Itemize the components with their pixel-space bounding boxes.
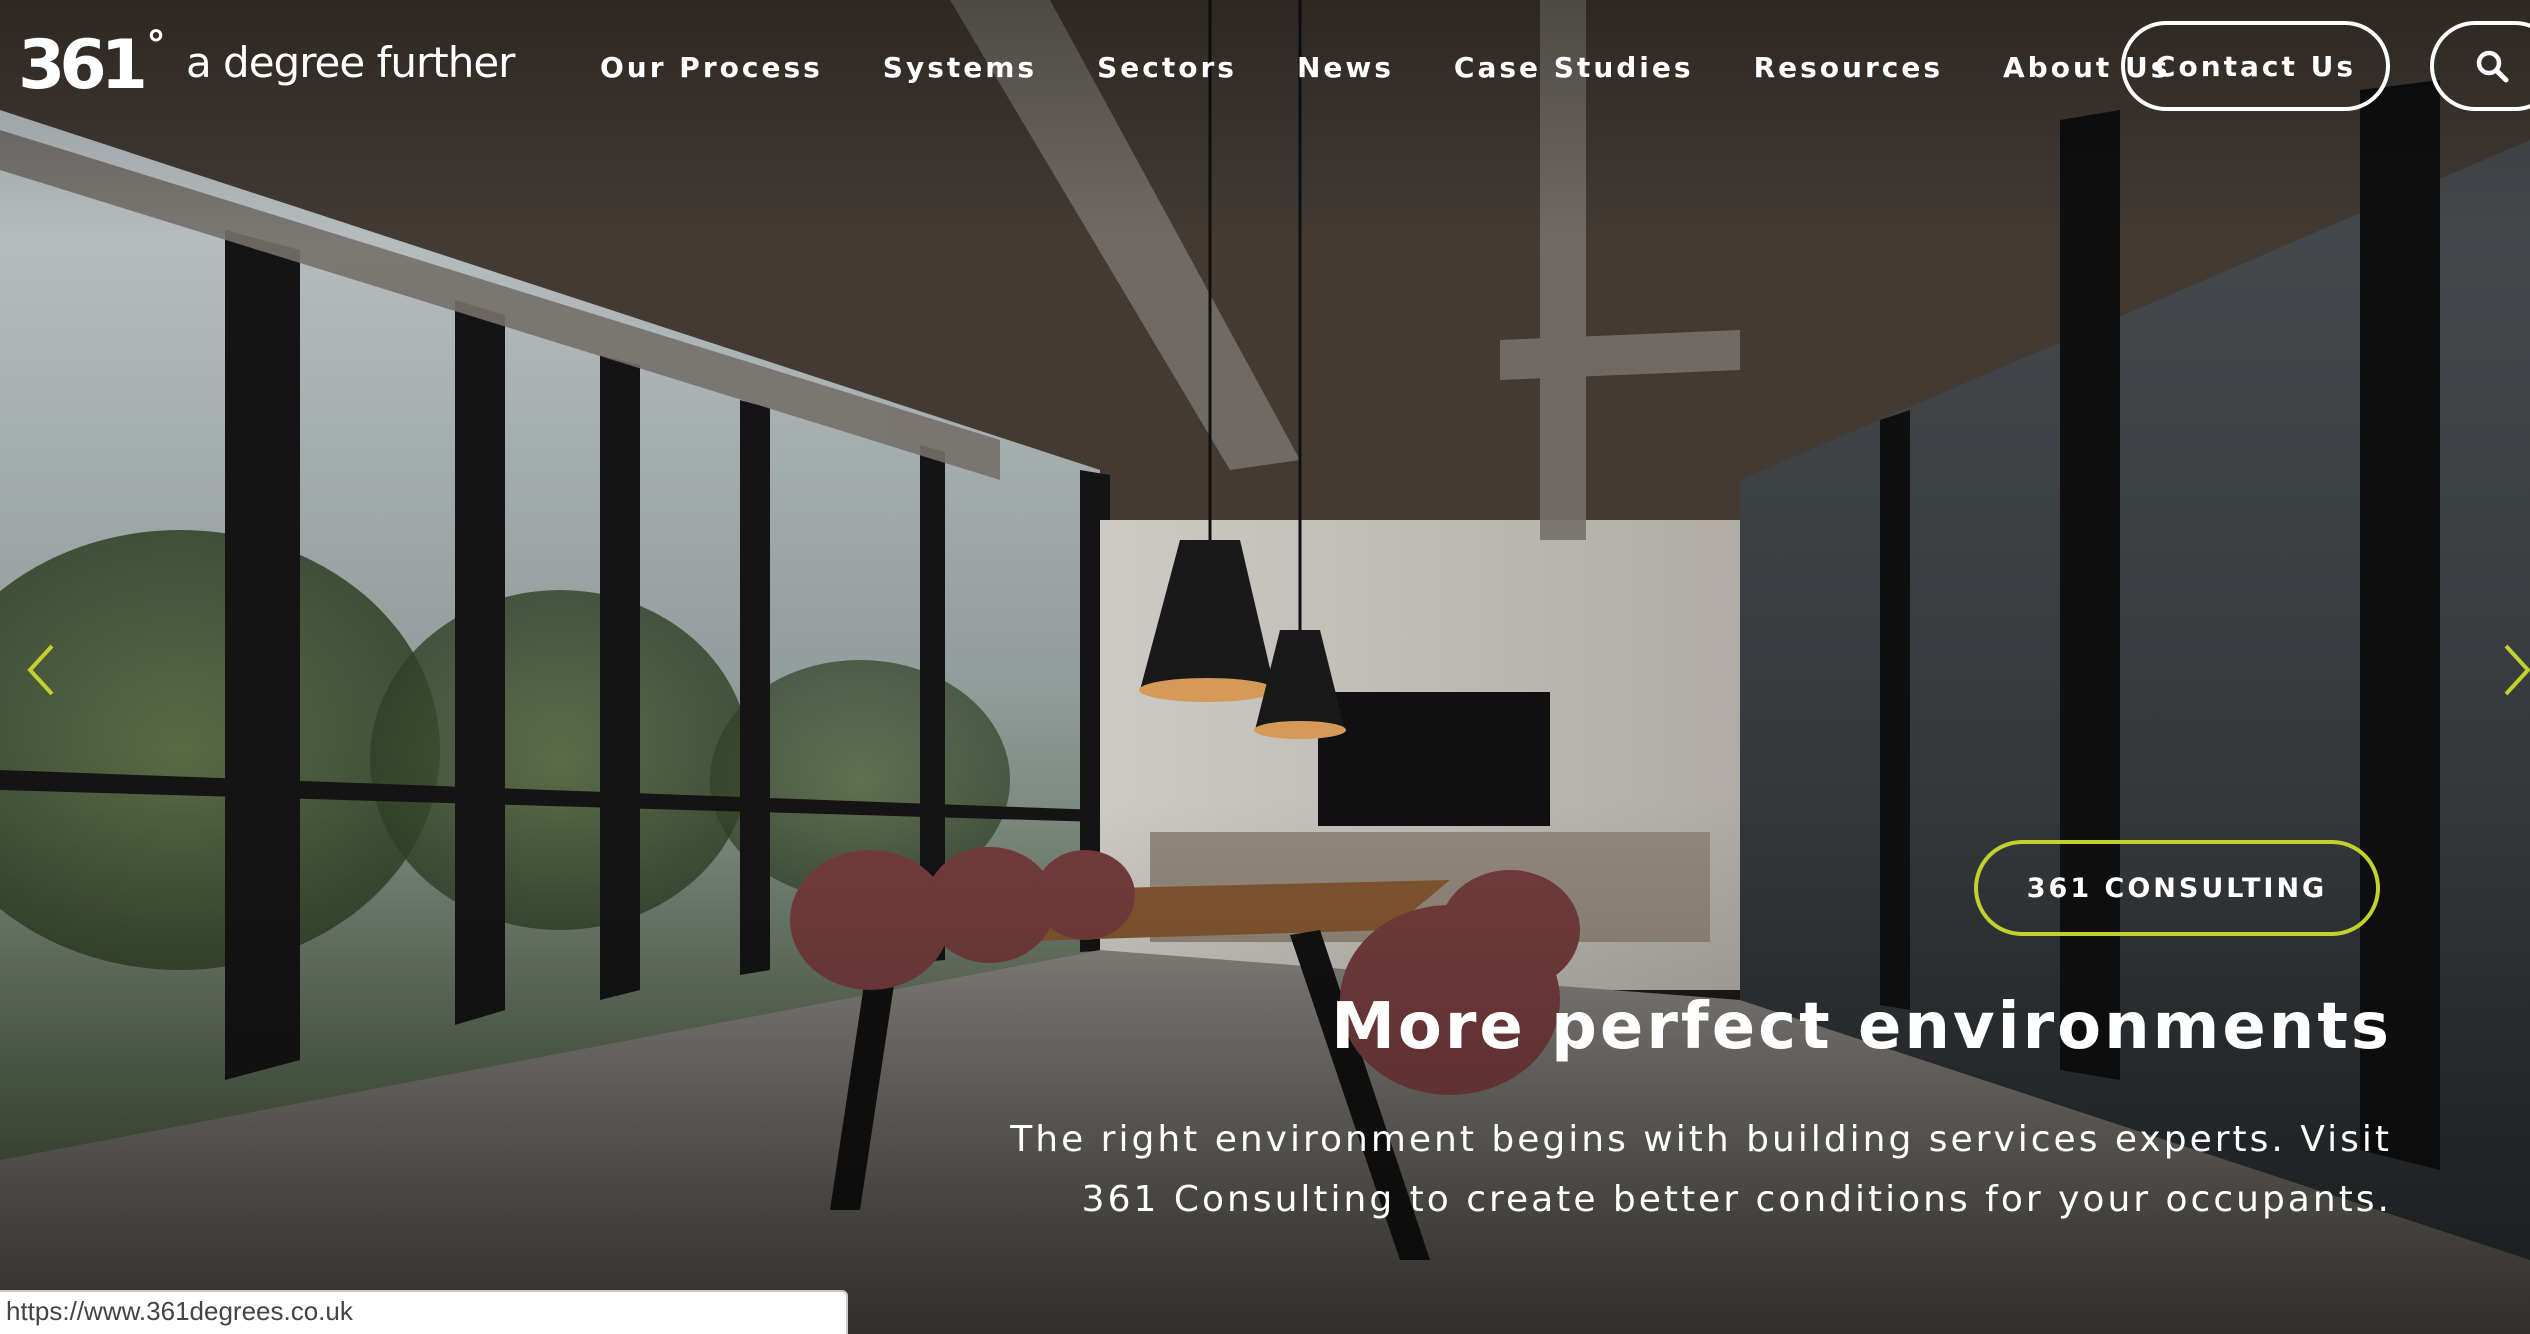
nav-item-resources[interactable]: Resources — [1754, 51, 1943, 84]
search-icon — [2476, 50, 2509, 83]
site-logo[interactable]: 361 ° a degree further — [18, 22, 515, 106]
nav-item-case-studies[interactable]: Case Studies — [1454, 51, 1694, 84]
nav-item-sectors[interactable]: Sectors — [1097, 51, 1237, 84]
logo-degree-symbol: ° — [147, 21, 164, 66]
contact-us-button[interactable]: Contact Us — [2121, 21, 2390, 111]
site-header: 361 ° a degree further Our Process Syste… — [0, 0, 2530, 135]
chevron-left-icon — [27, 644, 54, 696]
slide-description: The right environment begins with buildi… — [1010, 1119, 2392, 1220]
main-navigation: Our Process Systems Sectors News Case St… — [600, 45, 2170, 89]
nav-item-systems[interactable]: Systems — [883, 51, 1037, 84]
slide-headline: More perfect environments — [1331, 990, 2392, 1064]
logo-mark: 361 — [18, 26, 148, 105]
chevron-right-icon — [2504, 644, 2530, 696]
nav-item-our-process[interactable]: Our Process — [600, 51, 823, 84]
browser-status-url: https://www.361degrees.co.uk — [0, 1290, 848, 1334]
logo-tagline: a degree further — [185, 37, 515, 87]
search-button[interactable] — [2430, 21, 2530, 111]
slider-next-button[interactable] — [2496, 640, 2530, 700]
nav-item-news[interactable]: News — [1297, 51, 1394, 84]
consulting-badge-button[interactable]: 361 CONSULTING — [1974, 840, 2380, 936]
slider-prev-button[interactable] — [22, 640, 62, 700]
